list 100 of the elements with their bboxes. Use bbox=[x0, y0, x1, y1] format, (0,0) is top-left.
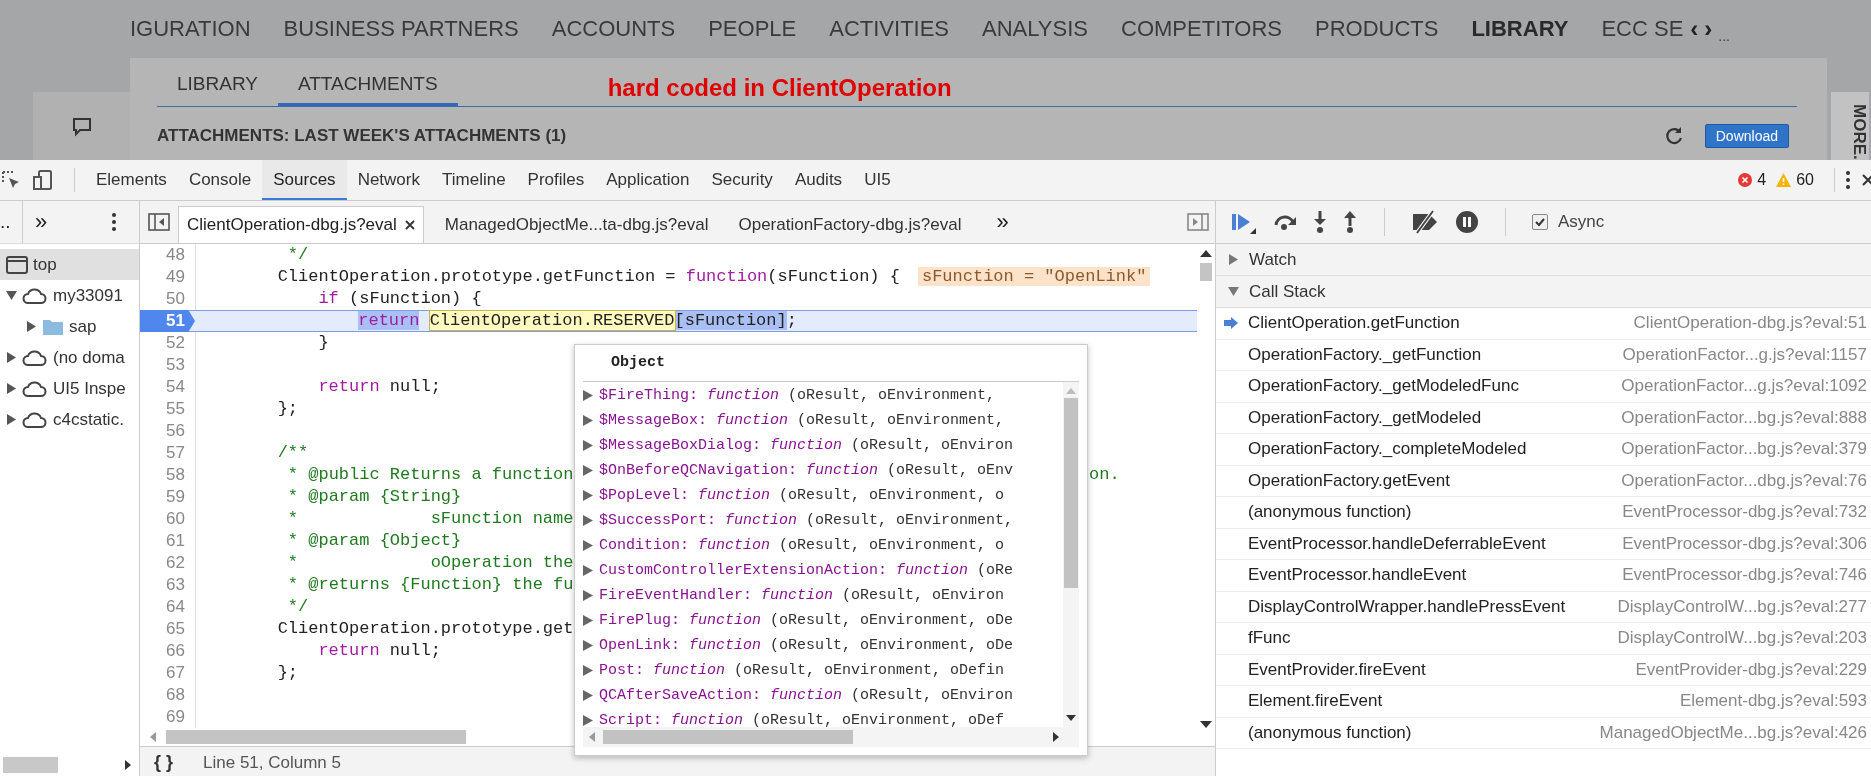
tree-item[interactable]: UI5 Inspe bbox=[0, 373, 139, 404]
nav-tab[interactable]: PEOPLE bbox=[708, 16, 797, 42]
scrollbar-thumb[interactable] bbox=[1064, 398, 1078, 588]
tree-item[interactable]: sap bbox=[0, 311, 139, 342]
side-tab[interactable]: MORE. bbox=[1831, 92, 1869, 160]
kebab-menu-icon[interactable] bbox=[111, 212, 117, 232]
close-icon[interactable] bbox=[1861, 173, 1871, 187]
property-entry[interactable]: $OnBeforeQCNavigation: function (oResult, oEnv bbox=[599, 462, 1014, 479]
property-entry[interactable]: FirePlug: function (oResult, oEnvironment, oDe bbox=[599, 612, 1014, 629]
device-icon[interactable] bbox=[32, 169, 54, 191]
call-frame[interactable]: EventProcessor.handleDeferrableEvent EventProcessor-dbg.js?eval:306 bbox=[1216, 528, 1871, 560]
devtools-tab[interactable]: Timeline bbox=[431, 160, 517, 200]
previous-arrow[interactable]: ‹ bbox=[1690, 15, 1699, 43]
expand-triangle-icon[interactable] bbox=[583, 590, 593, 601]
tree-item[interactable]: top bbox=[0, 249, 139, 280]
expand-triangle-icon[interactable] bbox=[583, 640, 593, 651]
line-number[interactable]: 68 bbox=[140, 684, 196, 706]
file-tab[interactable]: ManagedObjectMe...ta-dbg.js?eval bbox=[435, 206, 718, 243]
line-number[interactable]: 64 bbox=[140, 596, 196, 618]
more-button[interactable]: ... bbox=[1718, 14, 1730, 44]
source-location[interactable]: EventProcessor-dbg.js?eval:732 bbox=[1622, 502, 1867, 523]
devtools-tab[interactable]: Application bbox=[595, 160, 701, 200]
line-number[interactable]: 54 bbox=[140, 376, 196, 398]
kebab-menu-icon[interactable] bbox=[1845, 170, 1851, 190]
line-number[interactable]: 48 bbox=[140, 244, 196, 266]
step-into-icon[interactable] bbox=[1312, 210, 1328, 234]
file-tab[interactable]: ClientOperation-dbg.js?eval bbox=[178, 206, 424, 243]
property-entry[interactable]: FireEventHandler: function (oResult, oEnviron bbox=[599, 587, 1005, 604]
expand-triangle-icon[interactable] bbox=[583, 415, 593, 426]
devtools-tab[interactable]: Elements bbox=[85, 160, 178, 200]
pretty-print-button[interactable]: { } bbox=[154, 752, 173, 773]
async-checkbox[interactable] bbox=[1532, 214, 1548, 230]
source-location[interactable]: EventProvider-dbg.js?eval:229 bbox=[1635, 659, 1867, 680]
nav-tab[interactable]: COMPETITORS bbox=[1121, 16, 1282, 42]
tree-item[interactable]: (no doma bbox=[0, 342, 139, 373]
property-entry[interactable]: $PopLevel: function (oResult, oEnvironment, o bbox=[599, 487, 1005, 504]
nav-tab[interactable]: LIBRARY bbox=[1471, 16, 1569, 42]
download-button[interactable]: Download bbox=[1704, 124, 1789, 148]
line-number[interactable]: 58 bbox=[140, 464, 196, 486]
expand-triangle-icon[interactable] bbox=[583, 540, 593, 551]
step-out-icon[interactable] bbox=[1342, 210, 1358, 234]
nav-tab[interactable]: PRODUCTS bbox=[1314, 16, 1439, 42]
property-entry[interactable]: Condition: function (oResult, oEnvironment, o bbox=[599, 537, 1005, 554]
expand-triangle-icon[interactable] bbox=[6, 352, 17, 363]
call-frame[interactable]: (anonymous function) EventProcessor-dbg.js?eval:732 bbox=[1216, 497, 1871, 529]
expand-triangle-icon[interactable] bbox=[6, 414, 17, 425]
line-number[interactable]: 55 bbox=[140, 398, 196, 420]
source-location[interactable]: OperationFactor...bg.js?eval:379 bbox=[1621, 439, 1867, 460]
scroll-up-icon[interactable] bbox=[1200, 250, 1212, 257]
sub-tab[interactable]: LIBRARY bbox=[157, 73, 278, 106]
sub-tab[interactable]: ATTACHMENTS bbox=[277, 73, 458, 106]
call-frame[interactable]: OperationFactory._getFunction OperationFactor...g.js?eval:1157 bbox=[1216, 339, 1871, 371]
line-number[interactable]: 61 bbox=[140, 530, 196, 552]
property-entry[interactable]: Post: function (oResult, oEnvironment, oDefin bbox=[599, 662, 1005, 679]
source-location[interactable]: ManagedObjectMe...bg.js?eval:426 bbox=[1599, 722, 1867, 743]
call-frame[interactable]: Element.fireEvent Element-dbg.js?eval:593 bbox=[1216, 686, 1871, 718]
devtools-tab[interactable]: Security bbox=[700, 160, 784, 200]
file-tab[interactable]: OperationFactory-dbg.js?eval bbox=[729, 206, 971, 243]
source-location[interactable]: DisplayControlW...bg.js?eval:277 bbox=[1617, 596, 1867, 617]
section-header[interactable]: Call Stack bbox=[1216, 276, 1871, 308]
expand-triangle-icon[interactable] bbox=[583, 490, 593, 501]
scrollbar-thumb[interactable] bbox=[1200, 263, 1212, 281]
property-entry[interactable]: OpenLink: function (oResult, oEnvironment, oDe bbox=[599, 637, 1014, 654]
overflow-tabs[interactable]: .. bbox=[0, 201, 23, 243]
property-entry[interactable]: CustomControllerExtensionAction: function (oRe bbox=[599, 562, 1014, 579]
scroll-down-icon[interactable] bbox=[1066, 715, 1076, 721]
next-arrow[interactable]: › bbox=[1704, 15, 1713, 43]
call-frame[interactable]: OperationFactory._getModeledFunc OperationFactor...g.js?eval:1092 bbox=[1216, 371, 1871, 403]
expand-triangle-icon[interactable] bbox=[583, 515, 593, 526]
scrollbar-thumb[interactable] bbox=[3, 757, 58, 773]
expand-triangle-icon[interactable] bbox=[583, 690, 593, 701]
nav-tab[interactable]: BUSINESS PARTNERS bbox=[283, 16, 519, 42]
call-frame[interactable]: OperationFactory.getEvent OperationFactor...dbg.js?eval:76 bbox=[1216, 465, 1871, 497]
more-tabs-button[interactable]: » bbox=[35, 209, 48, 235]
expand-triangle-icon[interactable] bbox=[6, 383, 17, 394]
scroll-right-icon[interactable] bbox=[125, 760, 131, 770]
property-entry[interactable]: $MessageBoxDialog: function (oResult, oEnviron bbox=[599, 437, 1014, 454]
call-frame[interactable]: OperationFactory._completeModeled OperationFactor...bg.js?eval:379 bbox=[1216, 434, 1871, 466]
nav-tab[interactable]: ECC SE bbox=[1601, 16, 1684, 42]
source-location[interactable]: OperationFactor...g.js?eval:1092 bbox=[1621, 376, 1867, 397]
source-location[interactable]: EventProcessor-dbg.js?eval:306 bbox=[1622, 533, 1867, 554]
expand-triangle-icon[interactable] bbox=[583, 615, 593, 626]
line-number[interactable]: 63 bbox=[140, 574, 196, 596]
property-entry[interactable]: $SuccessPort: function (oResult, oEnvironment, bbox=[599, 512, 1014, 529]
line-number[interactable]: 60 bbox=[140, 508, 196, 530]
nav-tab[interactable]: ACTIVITIES bbox=[829, 16, 950, 42]
call-frame[interactable]: DisplayControlWrapper.handlePressEvent DisplayControlW...bg.js?eval:277 bbox=[1216, 591, 1871, 623]
close-icon[interactable] bbox=[404, 220, 415, 230]
scroll-right-icon[interactable] bbox=[1053, 732, 1059, 742]
line-number[interactable]: 49 bbox=[140, 266, 196, 288]
call-frame[interactable]: ClientOperation.getFunction ClientOperation-dbg.js?eval:51 bbox=[1216, 308, 1871, 340]
section-header[interactable]: Watch bbox=[1216, 244, 1871, 276]
chat-icon[interactable] bbox=[70, 116, 93, 138]
devtools-tab[interactable]: Console bbox=[177, 160, 263, 200]
expand-triangle-icon[interactable] bbox=[583, 465, 593, 476]
scroll-left-icon[interactable] bbox=[589, 732, 595, 742]
call-frame[interactable]: (anonymous function) ManagedObjectMe...bg.js?eval:426 bbox=[1216, 717, 1871, 749]
sidebar-toggle-icon[interactable] bbox=[148, 213, 170, 231]
property-entry[interactable]: $MessageBox: function (oResult, oEnvironment, bbox=[599, 412, 1005, 429]
line-number[interactable]: 66 bbox=[140, 640, 196, 662]
